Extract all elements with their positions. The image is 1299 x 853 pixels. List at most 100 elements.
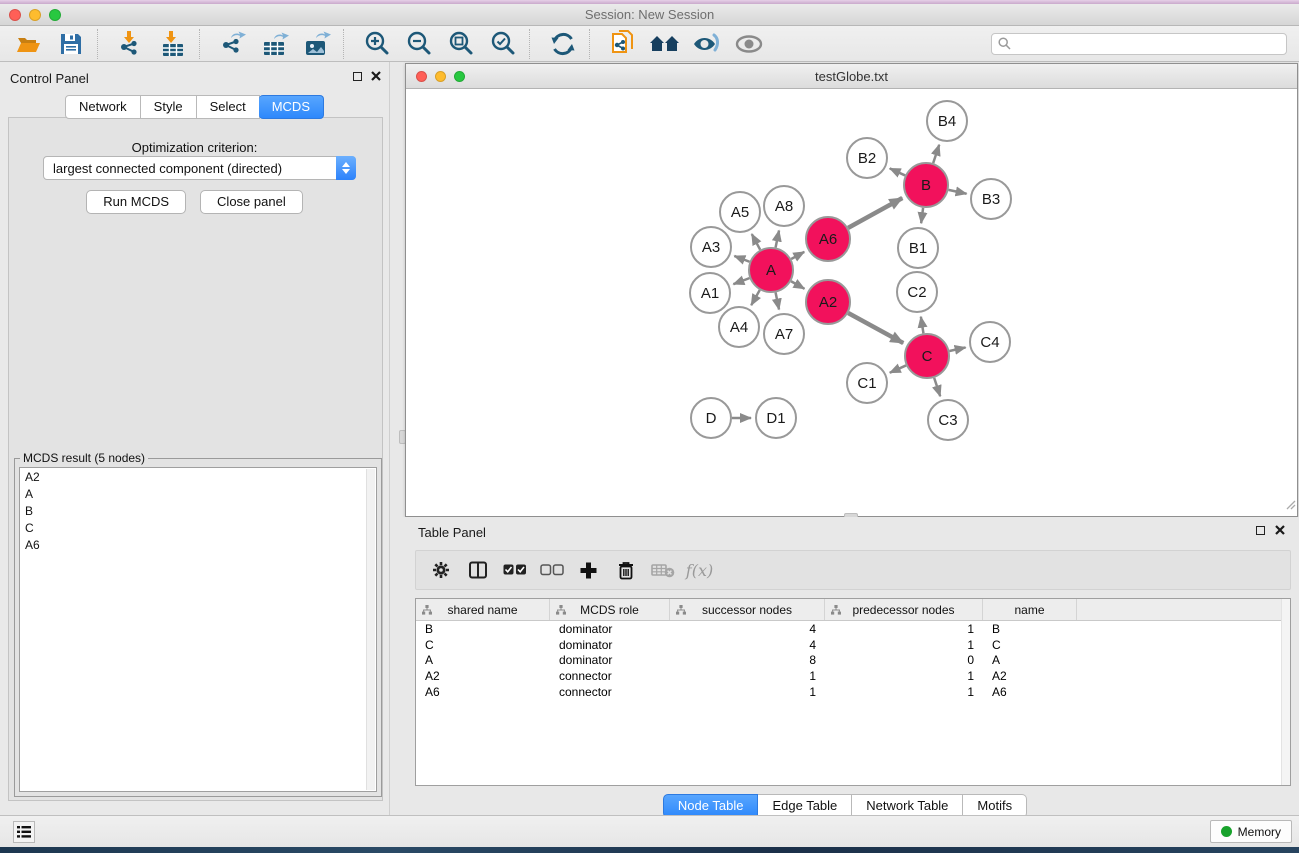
graph-node-B2[interactable]: B2 (847, 138, 887, 178)
result-item[interactable]: A (20, 485, 376, 502)
edge-C-C3[interactable] (934, 378, 940, 396)
search-input[interactable] (1016, 37, 1280, 51)
zoom-fit-button[interactable] (440, 28, 482, 60)
edge-A-A4[interactable] (751, 290, 760, 305)
refresh-button[interactable] (542, 28, 584, 60)
close-table-panel-icon[interactable] (1275, 525, 1285, 535)
zoom-selected-button[interactable] (482, 28, 524, 60)
result-item[interactable]: C (20, 519, 376, 536)
import-network-button[interactable] (110, 28, 152, 60)
delete-table-button[interactable] (644, 554, 681, 586)
table-row[interactable]: A6connector11A6 (416, 684, 1290, 700)
edge-C-C4[interactable] (949, 347, 965, 351)
edge-B-B4[interactable] (933, 145, 939, 163)
network-canvas[interactable]: A A1 A2 A3 A4 A5 A6 A7 A8 B B1 B2 B3B4 C C1 C2 C3C4 D D1 (406, 89, 1297, 516)
node-label: A1 (701, 285, 719, 302)
export-table-button[interactable] (254, 28, 296, 60)
edge-A-A7[interactable] (776, 293, 779, 310)
graph-node-B1[interactable]: B1 (898, 228, 938, 268)
edge-A-A1[interactable] (733, 278, 749, 284)
edge-C-C1[interactable] (890, 365, 906, 372)
add-column-button[interactable] (570, 554, 607, 586)
delete-column-button[interactable] (607, 554, 644, 586)
graph-node-A7[interactable]: A7 (764, 314, 804, 354)
float-panel-icon[interactable] (353, 72, 362, 81)
app-titlebar: Session: New Session (0, 4, 1299, 26)
duplicate-network-button[interactable] (602, 28, 644, 60)
search-field[interactable] (991, 33, 1287, 55)
graph-node-C[interactable]: C (905, 334, 949, 378)
graph-node-A6[interactable]: A6 (806, 217, 850, 261)
graph-node-A4[interactable]: A4 (719, 307, 759, 347)
open-session-button[interactable] (8, 28, 50, 60)
result-item[interactable]: B (20, 502, 376, 519)
edge-A-A8[interactable] (776, 230, 779, 247)
hide-graphics-details-button[interactable] (686, 28, 728, 60)
graph-node-C4[interactable]: C4 (970, 322, 1010, 362)
edge-A2-C[interactable] (848, 313, 903, 343)
edge-B-B3[interactable] (948, 190, 966, 194)
tab-select[interactable]: Select (197, 95, 260, 119)
graph-node-D1[interactable]: D1 (756, 398, 796, 438)
column-header-shared-name[interactable]: shared name (416, 599, 550, 620)
graph-node-A2[interactable]: A2 (806, 280, 850, 324)
graph-node-C2[interactable]: C2 (897, 272, 937, 312)
result-item[interactable]: A6 (20, 536, 376, 553)
graph-node-A1[interactable]: A1 (690, 273, 730, 313)
table-settings-button[interactable] (422, 554, 459, 586)
optimization-criterion-select[interactable]: largest connected component (directed) (43, 156, 356, 180)
graph-node-D[interactable]: D (691, 398, 731, 438)
export-image-button[interactable] (296, 28, 338, 60)
edge-A-A6[interactable] (791, 252, 804, 259)
column-header-MCDS-role[interactable]: MCDS role (550, 599, 670, 620)
graph-node-A[interactable]: A (749, 248, 793, 292)
edge-A-A3[interactable] (734, 256, 749, 262)
zoom-out-button[interactable] (398, 28, 440, 60)
column-header-name[interactable]: name (983, 599, 1077, 620)
window-resize-grip[interactable] (1286, 497, 1296, 515)
result-list-scrollbar[interactable] (366, 469, 375, 790)
save-session-button[interactable] (50, 28, 92, 60)
export-network-button[interactable] (212, 28, 254, 60)
table-row[interactable]: Bdominator41B (416, 621, 1290, 637)
float-table-panel-icon[interactable] (1256, 526, 1265, 535)
tab-network[interactable]: Network (65, 95, 141, 119)
graph-node-C3[interactable]: C3 (928, 400, 968, 440)
unselect-all-columns-button[interactable] (533, 554, 570, 586)
edge-A6-B[interactable] (848, 198, 902, 228)
zoom-in-button[interactable] (356, 28, 398, 60)
table-scrollbar[interactable] (1281, 599, 1290, 785)
memory-button[interactable]: Memory (1210, 820, 1292, 843)
graph-node-C1[interactable]: C1 (847, 363, 887, 403)
show-graphics-details-button[interactable] (728, 28, 770, 60)
graph-node-A3[interactable]: A3 (691, 227, 731, 267)
edge-A-A5[interactable] (752, 234, 760, 250)
node-label: A7 (775, 326, 793, 343)
table-row[interactable]: Cdominator41C (416, 637, 1290, 653)
column-header-predecessor-nodes[interactable]: predecessor nodes (825, 599, 983, 620)
import-table-button[interactable] (152, 28, 194, 60)
edge-A-A2[interactable] (791, 281, 804, 289)
graph-node-B4[interactable]: B4 (927, 101, 967, 141)
graph-node-B[interactable]: B (904, 163, 948, 207)
tab-mcds[interactable]: MCDS (259, 95, 324, 119)
close-panel-icon[interactable] (371, 71, 381, 81)
tab-style[interactable]: Style (141, 95, 197, 119)
function-builder-button[interactable]: f(x) (681, 554, 718, 586)
edge-C-C2[interactable] (921, 317, 924, 334)
task-history-button[interactable] (13, 821, 35, 843)
home-layout-button[interactable] (644, 28, 686, 60)
run-mcds-button[interactable]: Run MCDS (86, 190, 186, 214)
edge-B-B2[interactable] (890, 168, 905, 175)
graph-node-A8[interactable]: A8 (764, 186, 804, 226)
table-row[interactable]: A2connector11A2 (416, 668, 1290, 684)
close-panel-button[interactable]: Close panel (200, 190, 303, 214)
result-item[interactable]: A2 (20, 468, 376, 485)
table-row[interactable]: Adominator80A (416, 653, 1290, 669)
toggle-column-view-button[interactable] (459, 554, 496, 586)
column-header-successor-nodes[interactable]: successor nodes (670, 599, 825, 620)
graph-node-B3[interactable]: B3 (971, 179, 1011, 219)
select-all-columns-button[interactable] (496, 554, 533, 586)
graph-node-A5[interactable]: A5 (720, 192, 760, 232)
edge-B-B1[interactable] (921, 208, 923, 223)
